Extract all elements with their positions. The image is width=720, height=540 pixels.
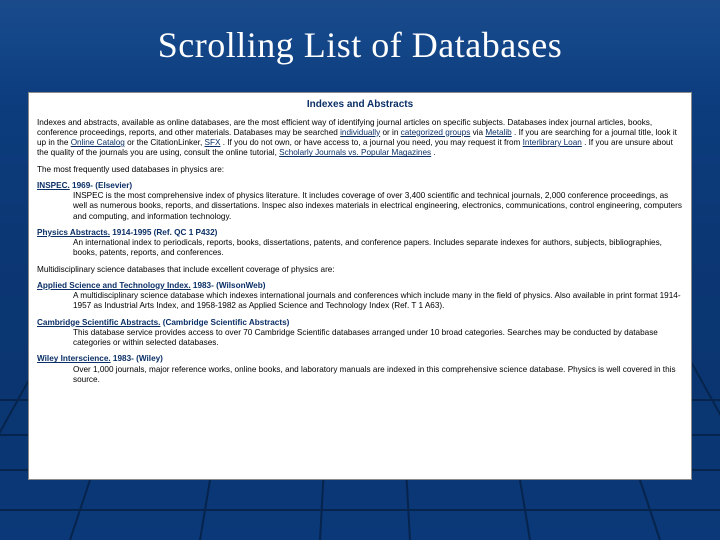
intro-text: . If you do not own, or have access to, … [223,138,523,147]
slide-title: Scrolling List of Databases [0,0,720,66]
db-description: A multidisciplinary science database whi… [59,291,683,312]
db-description: An international index to periodicals, r… [59,238,683,259]
database-entry: Cambridge Scientific Abstracts. (Cambrid… [37,318,683,349]
link-individually[interactable]: individually [340,128,380,137]
db-meta: 1914-1995 (Ref. QC 1 P432) [110,228,217,237]
link-online-catalog[interactable]: Online Catalog [71,138,125,147]
db-link-inspec[interactable]: INSPEC. [37,181,70,190]
db-description: This database service provides access to… [59,328,683,349]
link-metalib[interactable]: Metalib [485,128,511,137]
db-link-physics-abstracts[interactable]: Physics Abstracts. [37,228,110,237]
db-link-wiley[interactable]: Wiley Interscience. [37,354,111,363]
db-meta: (Cambridge Scientific Abstracts) [160,318,289,327]
db-description: Over 1,000 journals, major reference wor… [59,365,683,386]
link-sfx[interactable]: SFX [205,138,221,147]
db-meta: 1983- (Wiley) [111,354,163,363]
db-description: INSPEC is the most comprehensive index o… [59,191,683,222]
section-lead: Multidisciplinary science databases that… [37,265,683,275]
db-link-cambridge[interactable]: Cambridge Scientific Abstracts. [37,318,160,327]
section-lead: The most frequently used databases in ph… [37,165,683,175]
content-panel: Indexes and Abstracts Indexes and abstra… [28,92,692,480]
link-scholarly-journals[interactable]: Scholarly Journals vs. Popular Magazines [279,148,431,157]
link-interlibrary-loan[interactable]: Interlibrary Loan [523,138,582,147]
intro-text: or the CitationLinker, [127,138,204,147]
database-entry: INSPEC. 1969- (Elsevier) INSPEC is the m… [37,181,683,222]
db-meta: 1983- (WilsonWeb) [191,281,266,290]
slide: Scrolling List of Databases Indexes and … [0,0,720,540]
intro-paragraph: Indexes and abstracts, available as onli… [37,118,683,159]
intro-text: via [473,128,486,137]
panel-heading: Indexes and Abstracts [37,99,683,112]
link-categorized-groups[interactable]: categorized groups [401,128,471,137]
database-entry: Applied Science and Technology Index. 19… [37,281,683,312]
db-link-applied-science[interactable]: Applied Science and Technology Index. [37,281,191,290]
db-meta: 1969- (Elsevier) [70,181,132,190]
intro-text: or in [382,128,400,137]
intro-text: . [433,148,435,157]
database-entry: Wiley Interscience. 1983- (Wiley) Over 1… [37,354,683,385]
database-entry: Physics Abstracts. 1914-1995 (Ref. QC 1 … [37,228,683,259]
